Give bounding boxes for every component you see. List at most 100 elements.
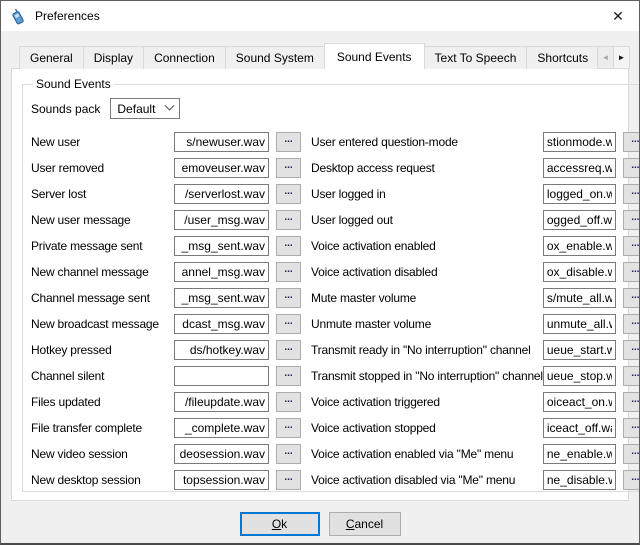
- browse-button[interactable]: ...: [623, 314, 640, 334]
- browse-button[interactable]: ...: [276, 184, 301, 204]
- browse-button[interactable]: ...: [276, 236, 301, 256]
- sound-file-input[interactable]: [543, 132, 616, 152]
- cancel-label-rest: ancel: [354, 517, 383, 531]
- sound-event-row: Voice activation stopped...: [307, 415, 640, 441]
- tab-sound-events[interactable]: Sound Events: [324, 43, 425, 69]
- browse-button[interactable]: ...: [276, 288, 301, 308]
- sound-file-input[interactable]: [174, 470, 269, 490]
- browse-button[interactable]: ...: [623, 444, 640, 464]
- close-icon[interactable]: ✕: [597, 1, 639, 31]
- sound-file-input[interactable]: [543, 158, 616, 178]
- browse-button[interactable]: ...: [276, 444, 301, 464]
- dialog-buttons: Ok Cancel: [1, 512, 639, 536]
- chevron-down-icon: [165, 101, 175, 111]
- browse-button[interactable]: ...: [623, 184, 640, 204]
- browse-button[interactable]: ...: [623, 236, 640, 256]
- sound-event-label: Voice activation stopped: [307, 421, 543, 435]
- sound-events-columns: New user...User removed...Server lost...…: [27, 129, 640, 493]
- sound-file-input[interactable]: [543, 340, 616, 360]
- browse-button[interactable]: ...: [623, 366, 640, 386]
- sound-event-label: Voice activation disabled via "Me" menu: [307, 473, 543, 487]
- sound-file-input[interactable]: [543, 418, 616, 438]
- browse-button[interactable]: ...: [276, 314, 301, 334]
- browse-button[interactable]: ...: [623, 418, 640, 438]
- browse-button[interactable]: ...: [276, 132, 301, 152]
- sound-events-groupbox: Sound Events Sounds pack Default New use…: [22, 77, 640, 492]
- browse-button[interactable]: ...: [276, 470, 301, 490]
- sound-file-input[interactable]: [174, 444, 269, 464]
- window-title: Preferences: [35, 9, 100, 23]
- sound-file-input[interactable]: [543, 392, 616, 412]
- sound-file-input[interactable]: [174, 184, 269, 204]
- browse-button[interactable]: ...: [276, 366, 301, 386]
- sound-file-input[interactable]: [543, 288, 616, 308]
- ok-button[interactable]: Ok: [240, 512, 320, 536]
- sounds-pack-value: Default: [117, 102, 155, 116]
- sound-file-input[interactable]: [543, 184, 616, 204]
- tab-text-to-speech[interactable]: Text To Speech: [424, 46, 528, 69]
- sound-event-row: User logged in...: [307, 181, 640, 207]
- sound-file-input[interactable]: [174, 340, 269, 360]
- browse-button[interactable]: ...: [623, 288, 640, 308]
- sound-event-row: File transfer complete...: [27, 415, 301, 441]
- sound-event-row: Voice activation disabled...: [307, 259, 640, 285]
- sounds-pack-select[interactable]: Default: [110, 98, 180, 119]
- browse-button[interactable]: ...: [276, 340, 301, 360]
- sound-event-label: New user message: [27, 213, 174, 227]
- browse-button[interactable]: ...: [623, 132, 640, 152]
- browse-button[interactable]: ...: [623, 470, 640, 490]
- browse-button[interactable]: ...: [276, 392, 301, 412]
- sound-event-label: Server lost: [27, 187, 174, 201]
- tab-connection[interactable]: Connection: [143, 46, 226, 69]
- tab-scroll-right-icon[interactable]: ►: [613, 46, 630, 69]
- browse-button[interactable]: ...: [623, 340, 640, 360]
- sound-file-input[interactable]: [174, 314, 269, 334]
- browse-button[interactable]: ...: [623, 392, 640, 412]
- sound-event-label: User entered question-mode: [307, 135, 543, 149]
- sound-event-label: Channel silent: [27, 369, 174, 383]
- sound-event-label: Desktop access request: [307, 161, 543, 175]
- sound-event-row: Files updated...: [27, 389, 301, 415]
- sound-file-input[interactable]: [543, 236, 616, 256]
- sounds-pack-row: Sounds pack Default: [31, 98, 640, 119]
- sound-event-row: Server lost...: [27, 181, 301, 207]
- sound-file-input[interactable]: [174, 132, 269, 152]
- sound-event-label: New channel message: [27, 265, 174, 279]
- cancel-button[interactable]: Cancel: [329, 512, 401, 536]
- sound-file-input[interactable]: [543, 262, 616, 282]
- sound-events-right-column: User entered question-mode... Desktop acc…: [307, 129, 640, 493]
- sounds-pack-label: Sounds pack: [31, 102, 100, 116]
- sound-file-input[interactable]: [543, 314, 616, 334]
- browse-button[interactable]: ...: [276, 418, 301, 438]
- browse-button[interactable]: ...: [623, 210, 640, 230]
- sound-file-input[interactable]: [174, 210, 269, 230]
- sound-file-input[interactable]: [543, 366, 616, 386]
- tab-display[interactable]: Display: [83, 46, 144, 69]
- browse-button[interactable]: ...: [276, 262, 301, 282]
- sound-file-input[interactable]: [174, 418, 269, 438]
- sound-file-input[interactable]: [174, 236, 269, 256]
- browse-button[interactable]: ...: [623, 262, 640, 282]
- tab-shortcuts[interactable]: Shortcuts: [526, 46, 597, 69]
- sound-event-row: Voice activation enabled...: [307, 233, 640, 259]
- sound-file-input[interactable]: [543, 470, 616, 490]
- sound-file-input[interactable]: [174, 158, 269, 178]
- browse-button[interactable]: ...: [276, 158, 301, 178]
- sound-event-row: Unmute master volume...: [307, 311, 640, 337]
- browse-button[interactable]: ...: [623, 158, 640, 178]
- tab-general[interactable]: General: [19, 46, 84, 69]
- browse-button[interactable]: ...: [276, 210, 301, 230]
- sound-file-input[interactable]: [543, 444, 616, 464]
- tab-sound-system[interactable]: Sound System: [225, 46, 325, 69]
- sound-file-input[interactable]: [174, 366, 269, 386]
- sound-event-label: Voice activation enabled: [307, 239, 543, 253]
- sound-event-row: New user...: [27, 129, 301, 155]
- sound-events-left-column: New user...User removed...Server lost...…: [27, 129, 301, 493]
- tab-scroll-left-icon[interactable]: ◄: [597, 46, 614, 69]
- sound-file-input[interactable]: [543, 210, 616, 230]
- groupbox-title: Sound Events: [33, 77, 114, 91]
- sound-file-input[interactable]: [174, 392, 269, 412]
- sound-file-input[interactable]: [174, 262, 269, 282]
- sound-event-label: Hotkey pressed: [27, 343, 174, 357]
- sound-file-input[interactable]: [174, 288, 269, 308]
